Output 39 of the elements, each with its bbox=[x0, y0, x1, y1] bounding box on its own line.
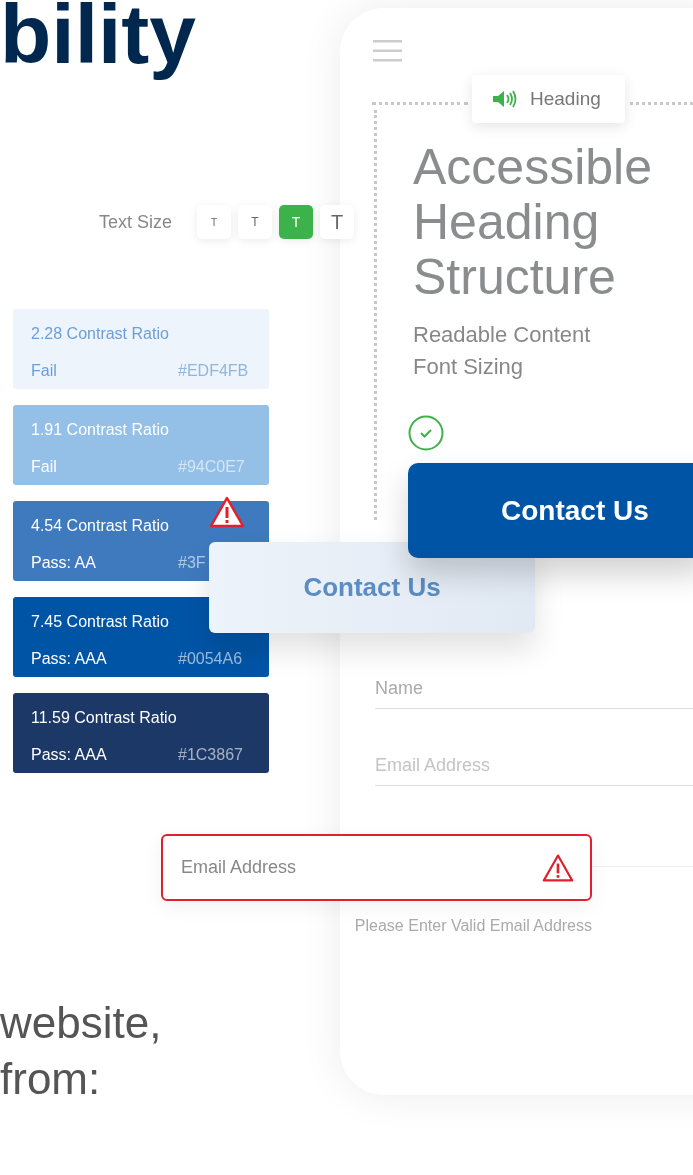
error-message: Please Enter Valid Email Address bbox=[354, 917, 592, 935]
email-input[interactable]: Email Address bbox=[181, 857, 542, 878]
hex-code: #0054A6 bbox=[178, 650, 244, 669]
heading-line: Heading bbox=[413, 195, 601, 250]
heading-line: Accessible bbox=[413, 140, 652, 195]
hex-code: #94C0E7 bbox=[178, 458, 246, 477]
contrast-ratio: 1.91 Contrast Ratio bbox=[31, 421, 170, 440]
contrast-ratio: 11.59 Contrast Ratio bbox=[31, 709, 178, 728]
body-text: website, bbox=[0, 997, 162, 1049]
contrast-result: Pass: AAA bbox=[31, 650, 108, 669]
contrast-ratio: 2.28 Contrast Ratio bbox=[31, 325, 170, 344]
text-size-button[interactable]: T bbox=[197, 205, 231, 239]
contrast-result: Pass: AA bbox=[31, 554, 97, 573]
contrast-result: Fail bbox=[31, 458, 58, 477]
warning-icon bbox=[209, 495, 245, 529]
name-field[interactable]: Name bbox=[375, 668, 693, 709]
text-size-button[interactable]: T bbox=[238, 205, 272, 239]
speaker-icon bbox=[492, 89, 518, 109]
contrast-ratio: 4.54 Contrast Ratio bbox=[31, 517, 170, 536]
contact-button[interactable]: Contact Us bbox=[408, 463, 693, 558]
dotted-guide-line bbox=[630, 102, 693, 105]
heading-line: Structure bbox=[413, 250, 617, 305]
text-size-label: Text Size bbox=[99, 212, 173, 233]
low-contrast-button[interactable]: Contact Us bbox=[209, 542, 535, 633]
warning-icon bbox=[542, 852, 574, 883]
contrast-ratio: 7.45 Contrast Ratio bbox=[31, 613, 170, 632]
hex-code: #1C3867 bbox=[178, 746, 244, 765]
body-text: from: bbox=[0, 1053, 102, 1105]
hex-code: #EDF4FB bbox=[178, 362, 250, 381]
page-heading: bility bbox=[0, 0, 196, 81]
email-field[interactable]: Email Address bbox=[161, 834, 592, 901]
subheading: Font Sizing bbox=[413, 354, 525, 380]
contrast-result: Fail bbox=[31, 362, 58, 381]
contrast-result: Pass: AAA bbox=[31, 746, 108, 765]
hex-code: #3F bbox=[178, 554, 207, 573]
text-size-button[interactable]: T bbox=[320, 205, 354, 239]
tooltip-label: Heading bbox=[530, 88, 601, 110]
menu-icon[interactable] bbox=[373, 40, 402, 62]
subheading: Readable Content bbox=[413, 322, 591, 348]
